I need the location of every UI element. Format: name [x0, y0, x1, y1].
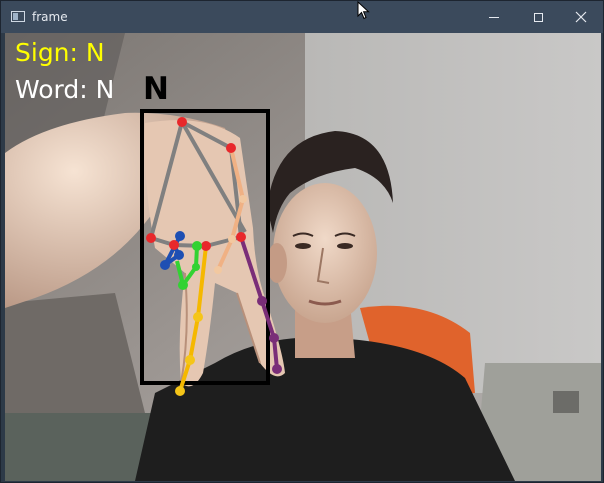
app-window-icon	[11, 11, 25, 22]
current-letter-label: N	[143, 71, 169, 107]
maximize-button[interactable]	[516, 1, 560, 33]
maximize-icon	[533, 12, 543, 22]
title-bar[interactable]: frame	[1, 1, 603, 33]
sign-label: Sign: N	[15, 38, 105, 67]
app-window: frame Sign: N Word: N N	[0, 0, 604, 483]
window-title: frame	[32, 10, 68, 24]
minimize-icon	[489, 16, 499, 18]
close-icon	[575, 11, 587, 23]
mouse-cursor-icon	[357, 1, 370, 20]
minimize-button[interactable]	[472, 1, 516, 33]
camera-frame: Sign: N Word: N N	[5, 33, 601, 481]
word-label: Word: N	[15, 75, 115, 104]
palm-connections	[149, 120, 247, 248]
close-button[interactable]	[559, 1, 603, 33]
landmark-points	[146, 117, 282, 396]
